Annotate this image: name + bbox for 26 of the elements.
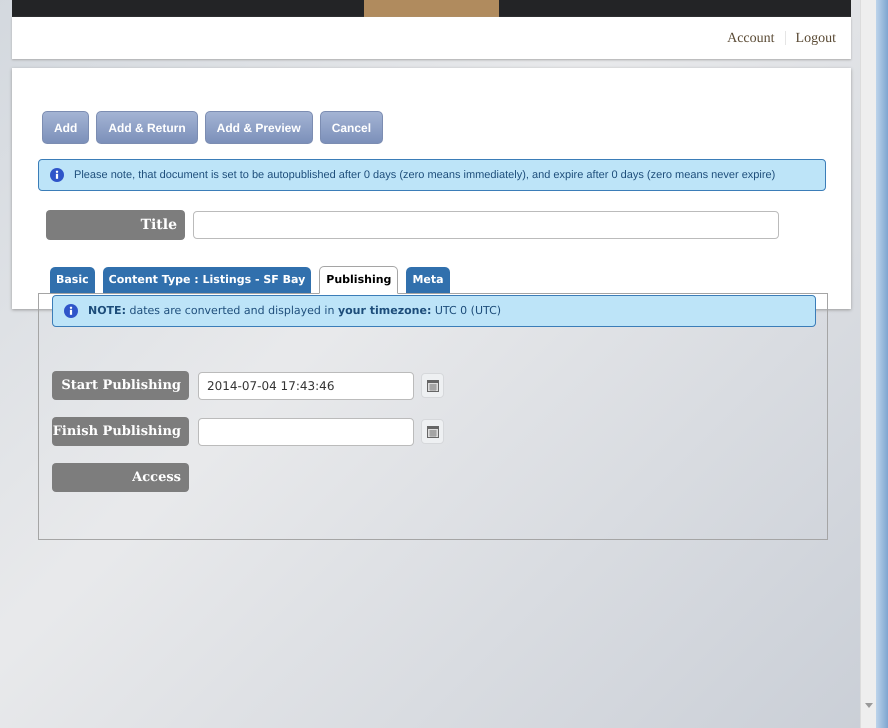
info-icon: [64, 304, 78, 318]
title-field[interactable]: [193, 211, 779, 239]
action-button[interactable]: Add: [42, 111, 90, 144]
action-button[interactable]: Add & Preview: [204, 111, 313, 144]
tab[interactable]: Publishing: [319, 266, 398, 294]
tab[interactable]: Basic: [50, 267, 95, 293]
note-message: NOTE: dates are converted and displayed in your timezone: UTC 0 (UTC): [88, 302, 502, 319]
calendar-button[interactable]: [421, 419, 444, 444]
date-field[interactable]: 2014-07-04 17:43:46: [198, 372, 414, 400]
tab[interactable]: Content Type : Listings - SF Bay: [102, 267, 312, 293]
field-label: Title: [46, 210, 185, 240]
action-button[interactable]: Cancel: [320, 111, 384, 144]
date-field[interactable]: [198, 418, 414, 446]
info-message: Please note, that document is set to be autopublished after 0 days (zero means immediately), and expire after 0 days (zero means never expire): [74, 168, 776, 183]
calendar-icon: [426, 380, 438, 392]
scroll-down-icon[interactable]: [864, 703, 872, 708]
field-label: Access: [52, 463, 189, 492]
header-link[interactable]: Logout: [796, 28, 836, 48]
calendar-button[interactable]: [421, 373, 444, 398]
field-label: Start Publishing: [52, 371, 189, 400]
field-label: Finish Publishing: [52, 417, 189, 446]
calendar-icon: [426, 426, 438, 438]
info-icon: [50, 168, 64, 182]
header-link[interactable]: Account: [727, 28, 775, 48]
tab[interactable]: Meta: [406, 267, 450, 293]
action-button[interactable]: Add & Return: [96, 111, 198, 144]
